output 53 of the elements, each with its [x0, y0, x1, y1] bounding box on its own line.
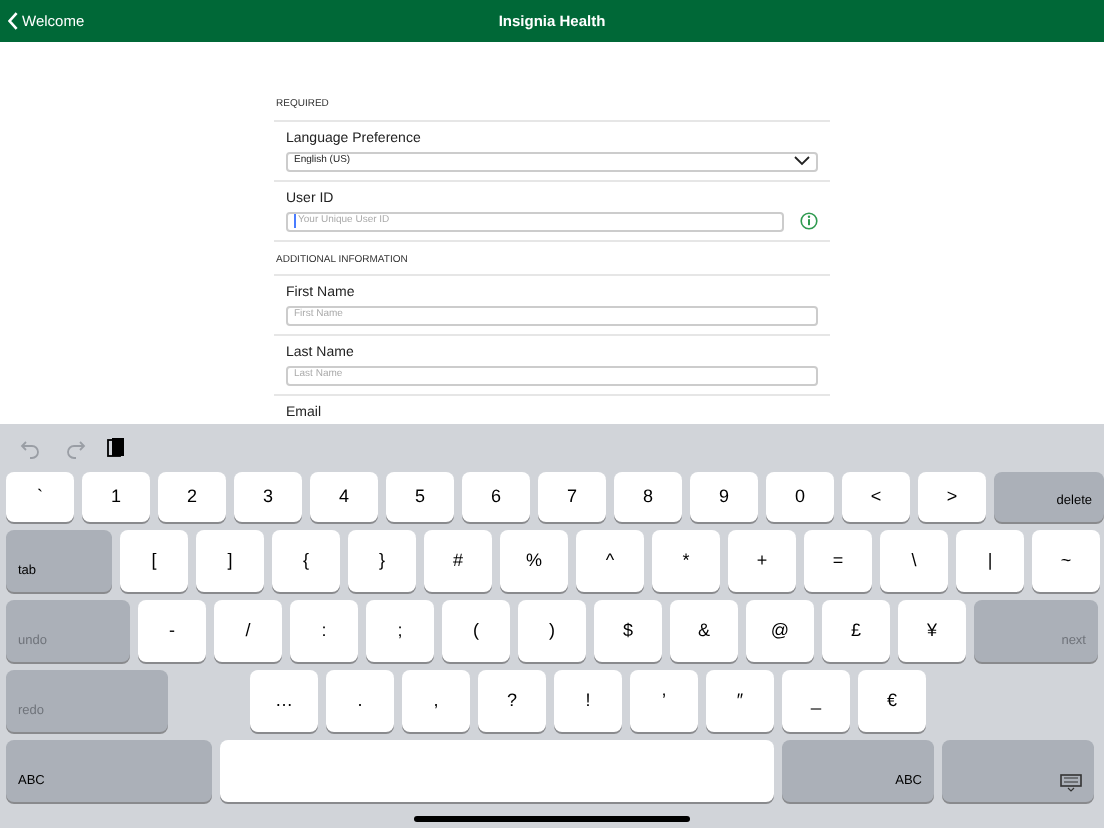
keyboard-key[interactable]: $	[594, 600, 662, 662]
keyboard-key[interactable]: >	[918, 472, 986, 522]
keyboard-key[interactable]: [	[120, 530, 188, 592]
keyboard-key[interactable]: ;	[366, 600, 434, 662]
chevron-left-icon	[8, 12, 18, 30]
keyboard-key[interactable]: 7	[538, 472, 606, 522]
keyboard-key[interactable]: 5	[386, 472, 454, 522]
keyboard-key[interactable]: 3	[234, 472, 302, 522]
chevron-down-icon	[794, 156, 810, 166]
keyboard-key[interactable]: @	[746, 600, 814, 662]
keyboard-key[interactable]: 6	[462, 472, 530, 522]
keyboard-key[interactable]: ″	[706, 670, 774, 732]
keyboard-key[interactable]: ^	[576, 530, 644, 592]
keyboard-key[interactable]: +	[728, 530, 796, 592]
keyboard-key[interactable]: -	[138, 600, 206, 662]
keyboard-key[interactable]: 2	[158, 472, 226, 522]
keyboard-key[interactable]: ,	[402, 670, 470, 732]
keyboard-key[interactable]: )	[518, 600, 586, 662]
keyboard-key[interactable]: %	[500, 530, 568, 592]
keyboard-key[interactable]: ¥	[898, 600, 966, 662]
keyboard-key[interactable]: :	[290, 600, 358, 662]
keyboard-key[interactable]: £	[822, 600, 890, 662]
keyboard-key[interactable]: `	[6, 472, 74, 522]
keyboard-key[interactable]: ’	[630, 670, 698, 732]
keyboard-key[interactable]: ?	[478, 670, 546, 732]
keyboard-key[interactable]: ~	[1032, 530, 1100, 592]
keyboard-key[interactable]: 0	[766, 472, 834, 522]
keyboard-key[interactable]: 9	[690, 472, 758, 522]
keyboard-key[interactable]: \	[880, 530, 948, 592]
keyboard-key[interactable]: *	[652, 530, 720, 592]
keyboard-key[interactable]: _	[782, 670, 850, 732]
keyboard-key[interactable]: 1	[82, 472, 150, 522]
keyboard-key[interactable]: …	[250, 670, 318, 732]
keyboard-key[interactable]: ]	[196, 530, 264, 592]
keyboard-key[interactable]: |	[956, 530, 1024, 592]
keyboard-key[interactable]: €	[858, 670, 926, 732]
space-bar[interactable]	[220, 740, 774, 802]
keyboard-key[interactable]: <	[842, 472, 910, 522]
clipboard-icon[interactable]	[104, 436, 128, 460]
keyboard-key[interactable]: (	[442, 600, 510, 662]
keyboard-key[interactable]: =	[804, 530, 872, 592]
keyboard-icon	[1060, 774, 1082, 792]
keyboard-key[interactable]: &	[670, 600, 738, 662]
keyboard-key[interactable]: #	[424, 530, 492, 592]
keyboard-key[interactable]: 8	[614, 472, 682, 522]
keyboard-key[interactable]: {	[272, 530, 340, 592]
info-icon[interactable]	[800, 212, 818, 230]
keyboard-dismiss-key[interactable]	[942, 740, 1094, 802]
keyboard-key[interactable]: }	[348, 530, 416, 592]
keyboard-key[interactable]: !	[554, 670, 622, 732]
keyboard-key[interactable]: 4	[310, 472, 378, 522]
keyboard-key[interactable]: .	[326, 670, 394, 732]
keyboard-key[interactable]: /	[214, 600, 282, 662]
